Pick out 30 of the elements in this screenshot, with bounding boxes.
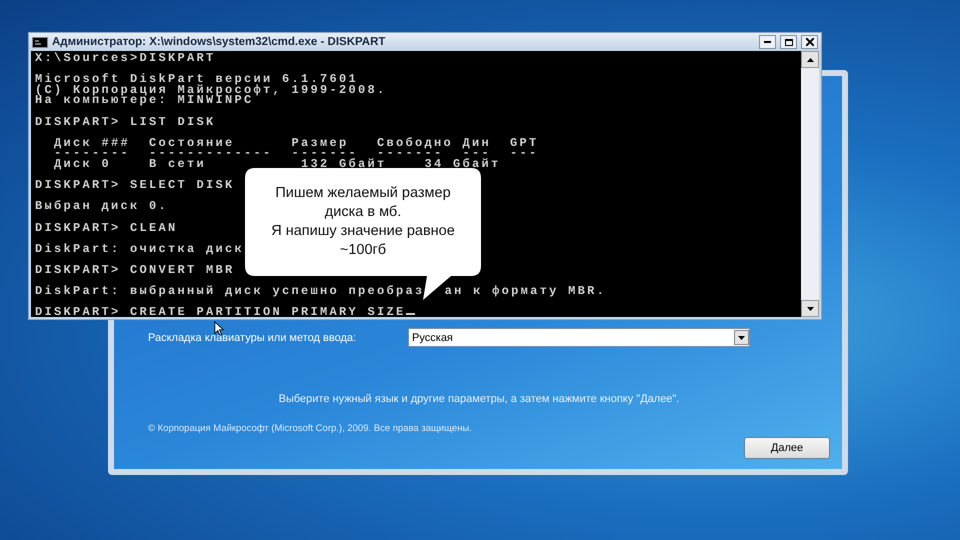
console-line: DiskPart: очистка диск bbox=[35, 242, 244, 256]
console-line: Диск ### Состояние Размер Свободно Дин GPT bbox=[53, 136, 539, 150]
maximize-icon[interactable] bbox=[784, 38, 792, 46]
mouse-pointer-icon bbox=[214, 321, 224, 336]
window-title: Администратор: X:\windows\system32\cmd.exe - DISKPART bbox=[52, 36, 386, 48]
console-line: DISKPART> SELECT DISK bbox=[35, 178, 235, 192]
console-line: Диск 0 В сети 132 Gбайт 34 Gбайт bbox=[53, 156, 501, 171]
scroll-down-icon[interactable] bbox=[801, 300, 819, 317]
next-button[interactable]: Далее bbox=[744, 437, 830, 459]
close-button[interactable] bbox=[801, 35, 818, 49]
callout-text: Пишем желаемый размер диска в мб. Я напишу значение равное ~100гб bbox=[271, 184, 455, 260]
console-line: DiskPart: выбранный диск успешно преобраз bbox=[35, 284, 425, 298]
console-line: DISKPART> CONVERT MBR bbox=[35, 262, 235, 277]
copyright-text: © Корпорация Майкрософт (Microsoft Corp.), 2009. Все права защищены. bbox=[148, 423, 472, 434]
close-icon[interactable] bbox=[806, 38, 814, 46]
console-line: X:\Sources>DISKPART bbox=[35, 51, 216, 65]
console-icon bbox=[32, 36, 48, 48]
maximize-button[interactable] bbox=[780, 35, 797, 49]
minimize-button[interactable] bbox=[759, 35, 776, 49]
instruction-text: Выберите нужный язык и другие параметры, а затем нажмите кнопку "Далее". bbox=[278, 393, 680, 405]
scrollbar[interactable] bbox=[801, 51, 819, 317]
scroll-up-icon[interactable] bbox=[801, 51, 819, 68]
console-line: DISKPART> CLEAN bbox=[35, 220, 178, 234]
console-line: DISKPART> LIST DISK bbox=[35, 114, 216, 129]
keyboard-layout-dropdown[interactable]: Русская bbox=[408, 328, 750, 347]
console-line: Выбран диск 0. bbox=[35, 199, 168, 214]
keyboard-layout-label: Раскладка клавиатуры или метод ввода: bbox=[148, 332, 356, 344]
text-cursor bbox=[406, 313, 415, 316]
console-line: DISKPART> CREATE PARTITION PRIMARY SIZE bbox=[35, 305, 406, 317]
console-line: ан к формату MBR. bbox=[444, 284, 606, 298]
